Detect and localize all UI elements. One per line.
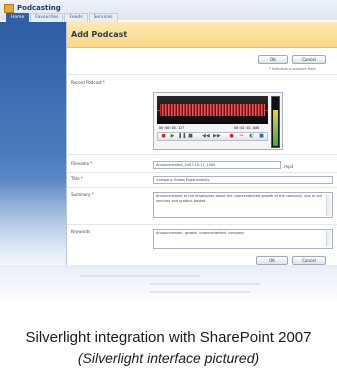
- divider: [67, 187, 337, 188]
- divider: [67, 154, 337, 155]
- reflection-line: [150, 283, 260, 285]
- add-podcast-dialog: Add Podcast OK Cancel * Indicates a requ…: [66, 22, 337, 265]
- summary-text: Announcement to the employees about the …: [156, 194, 323, 203]
- title-input[interactable]: Company Grows Exponentially: [153, 176, 333, 184]
- filename-label: Filename *: [71, 161, 93, 166]
- tab-favourites[interactable]: Favourites: [30, 13, 64, 22]
- stop-icon[interactable]: ■: [187, 134, 194, 139]
- forward-icon[interactable]: ▶▶: [213, 134, 221, 139]
- filename-extension: .mp3: [283, 164, 294, 169]
- level-meter: [271, 96, 280, 148]
- play-icon[interactable]: ▶: [169, 134, 176, 139]
- total-time: 00:02:01.000: [234, 126, 260, 130]
- podcasting-app: Podcasting Home Favourites Feeds Service…: [0, 0, 337, 265]
- recorder-controls: ● ▶ ❚❚ ■ ◀◀ ▶▶ ● ✂ ◐ ■: [157, 132, 268, 141]
- volume-icon[interactable]: ◐: [248, 134, 255, 139]
- app-tabs: Home Favourites Feeds Services: [6, 13, 118, 22]
- pause-icon[interactable]: ❚❚: [178, 134, 186, 139]
- cancel-button[interactable]: Cancel: [292, 256, 326, 265]
- keywords-text: Announcement, growth, unprecedented, com…: [156, 231, 245, 235]
- app-title: Podcasting: [17, 4, 61, 12]
- sidebar-fade: [0, 180, 66, 265]
- podcast-icon: [4, 4, 14, 13]
- summary-label: Summary *: [71, 192, 94, 197]
- tab-home[interactable]: Home: [6, 13, 30, 22]
- keywords-textarea[interactable]: Announcement, growth, unprecedented, com…: [153, 229, 333, 249]
- divider: [67, 224, 337, 225]
- rewind-icon[interactable]: ◀◀: [202, 134, 210, 139]
- summary-textarea[interactable]: Announcement to the employees about the …: [153, 192, 333, 218]
- caption-title: Silverlight integration with SharePoint …: [25, 329, 312, 346]
- ok-button[interactable]: OK: [256, 256, 288, 265]
- ok-button-top[interactable]: OK: [258, 55, 288, 64]
- title-label: Title *: [71, 176, 83, 181]
- dialog-header: Add Podcast: [67, 22, 337, 48]
- divider: [67, 74, 337, 75]
- record-icon[interactable]: ●: [160, 134, 167, 139]
- waveform-display: [157, 96, 268, 124]
- level-meter-fill: [273, 110, 278, 146]
- elapsed-time: 00:00:05.127: [159, 126, 185, 130]
- app-topbar: Podcasting Home Favourites Feeds Service…: [0, 0, 337, 22]
- divider: [67, 172, 337, 173]
- keywords-scrollbar[interactable]: [326, 231, 331, 247]
- save-audio-icon[interactable]: ■: [258, 134, 265, 139]
- tab-services[interactable]: Services: [88, 13, 118, 22]
- record-new-icon[interactable]: ●: [228, 134, 235, 139]
- cancel-button-top[interactable]: Cancel: [292, 55, 326, 64]
- caption-subtitle: (Silverlight interface pictured): [77, 350, 260, 366]
- record-podcast-label: Record Podcast *: [71, 80, 105, 85]
- tab-feeds[interactable]: Feeds: [64, 13, 88, 22]
- trim-icon[interactable]: ✂: [238, 134, 245, 139]
- audio-recorder: 00:00:05.127 00:02:01.000 ● ▶ ❚❚ ■ ◀◀ ▶▶…: [153, 92, 283, 150]
- waveform: [160, 104, 265, 116]
- required-note: * Indicates a required field: [269, 67, 316, 71]
- dialog-title: Add Podcast: [71, 30, 128, 39]
- filename-input[interactable]: Announcement_2007-10-11_1500: [153, 161, 281, 169]
- reflection-line: [80, 275, 200, 277]
- reflection-line: [150, 291, 250, 293]
- screenshot-reflection: [0, 265, 337, 305]
- keywords-label: Keywords: [71, 229, 91, 234]
- summary-scrollbar[interactable]: [326, 194, 331, 216]
